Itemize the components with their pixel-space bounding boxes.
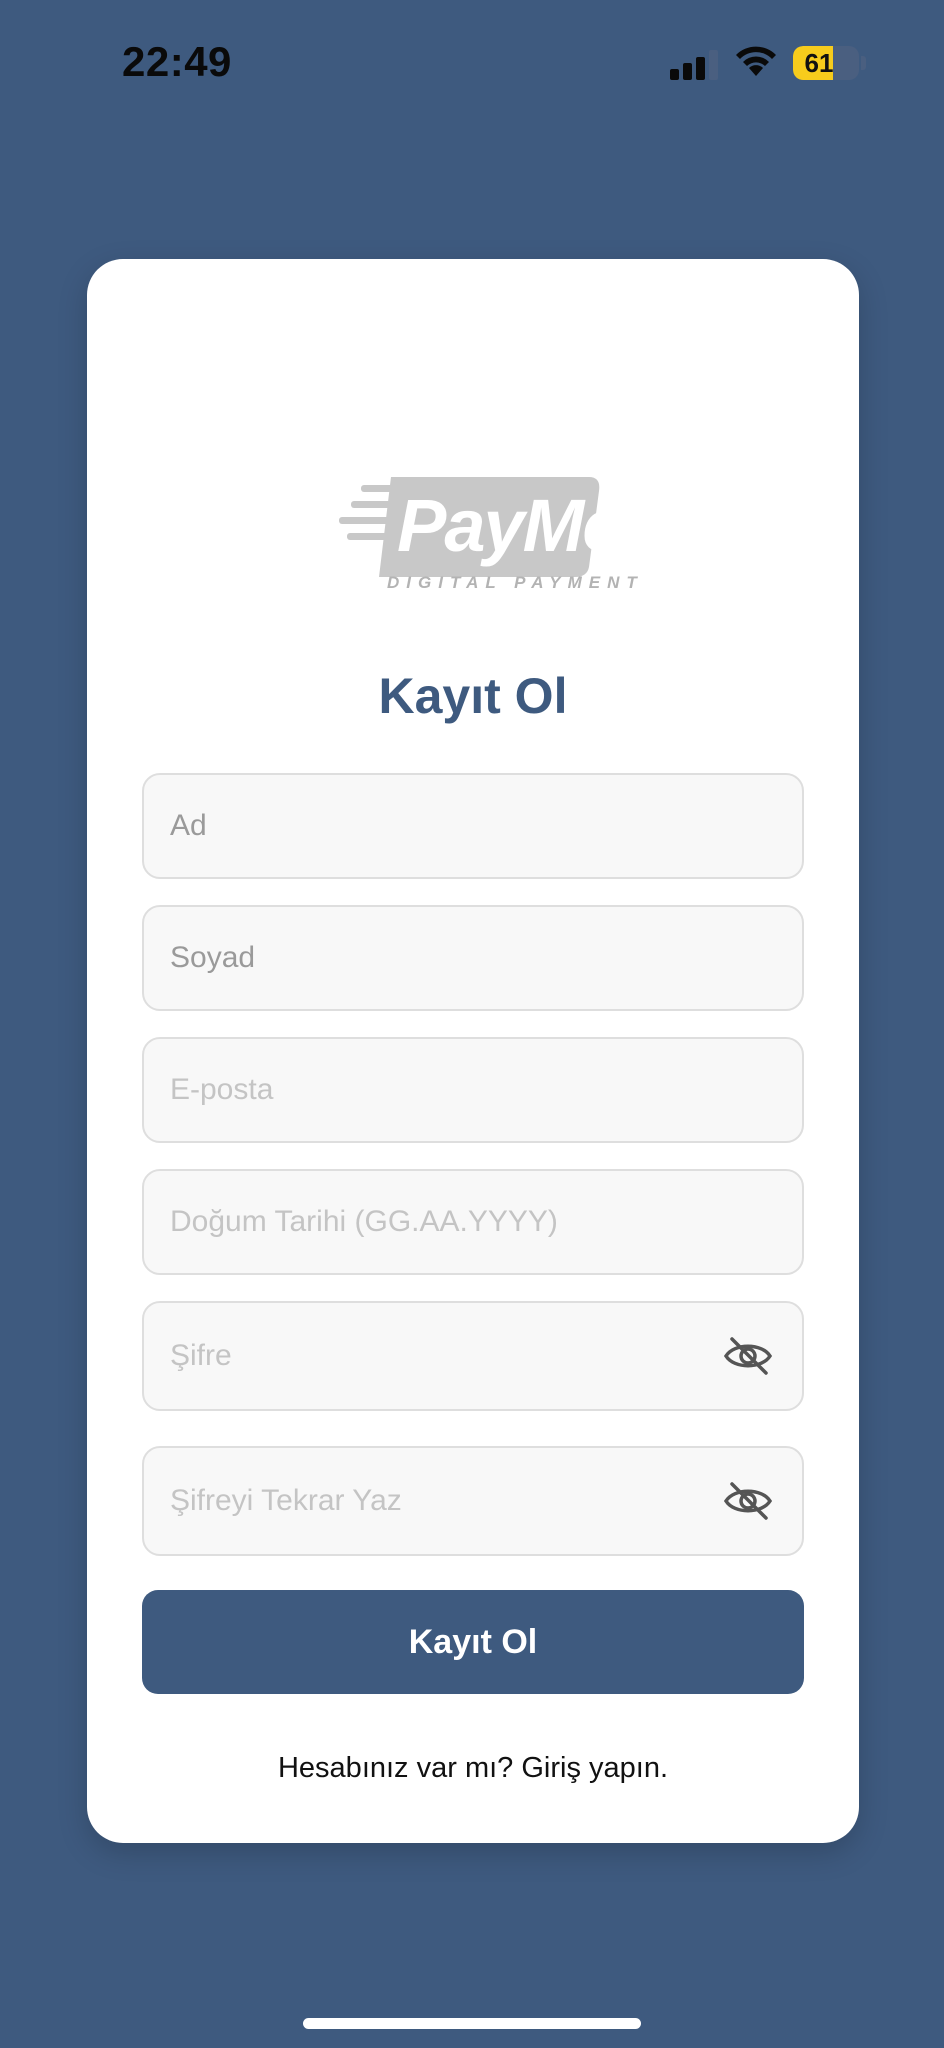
first-name-input[interactable] xyxy=(170,775,690,877)
status-bar: 22:49 61 xyxy=(0,0,944,120)
birth-date-input[interactable] xyxy=(170,1171,690,1273)
birth-date-field[interactable] xyxy=(142,1169,804,1275)
status-time: 22:49 xyxy=(122,38,232,85)
password-confirm-field[interactable] xyxy=(142,1446,804,1556)
payme-logo: PayMe DIGITAL PAYMENT xyxy=(339,471,637,601)
first-name-field[interactable] xyxy=(142,773,804,879)
home-indicator[interactable] xyxy=(303,2018,641,2029)
battery-level-text: 61 xyxy=(804,48,834,78)
battery-icon: 61 xyxy=(793,46,859,80)
last-name-input[interactable] xyxy=(170,907,690,1009)
register-button[interactable]: Kayıt Ol xyxy=(142,1590,804,1694)
eye-slash-icon[interactable] xyxy=(722,1480,774,1522)
password-field[interactable] xyxy=(142,1301,804,1411)
eye-slash-icon[interactable] xyxy=(722,1335,774,1377)
register-card: PayMe DIGITAL PAYMENT Kayıt Ol Kayıt Ol … xyxy=(87,259,859,1843)
page-title: Kayıt Ol xyxy=(378,668,568,724)
login-link[interactable]: Hesabınız var mı? Giriş yapın. xyxy=(87,1752,859,1785)
cellular-signal-icon xyxy=(670,50,718,80)
wifi-icon xyxy=(736,46,776,76)
logo-wordmark: PayMe xyxy=(397,484,623,567)
email-field[interactable] xyxy=(142,1037,804,1143)
battery-cap xyxy=(861,56,866,70)
password-input[interactable] xyxy=(170,1303,690,1409)
last-name-field[interactable] xyxy=(142,905,804,1011)
password-confirm-input[interactable] xyxy=(170,1448,690,1554)
email-input[interactable] xyxy=(170,1039,690,1141)
